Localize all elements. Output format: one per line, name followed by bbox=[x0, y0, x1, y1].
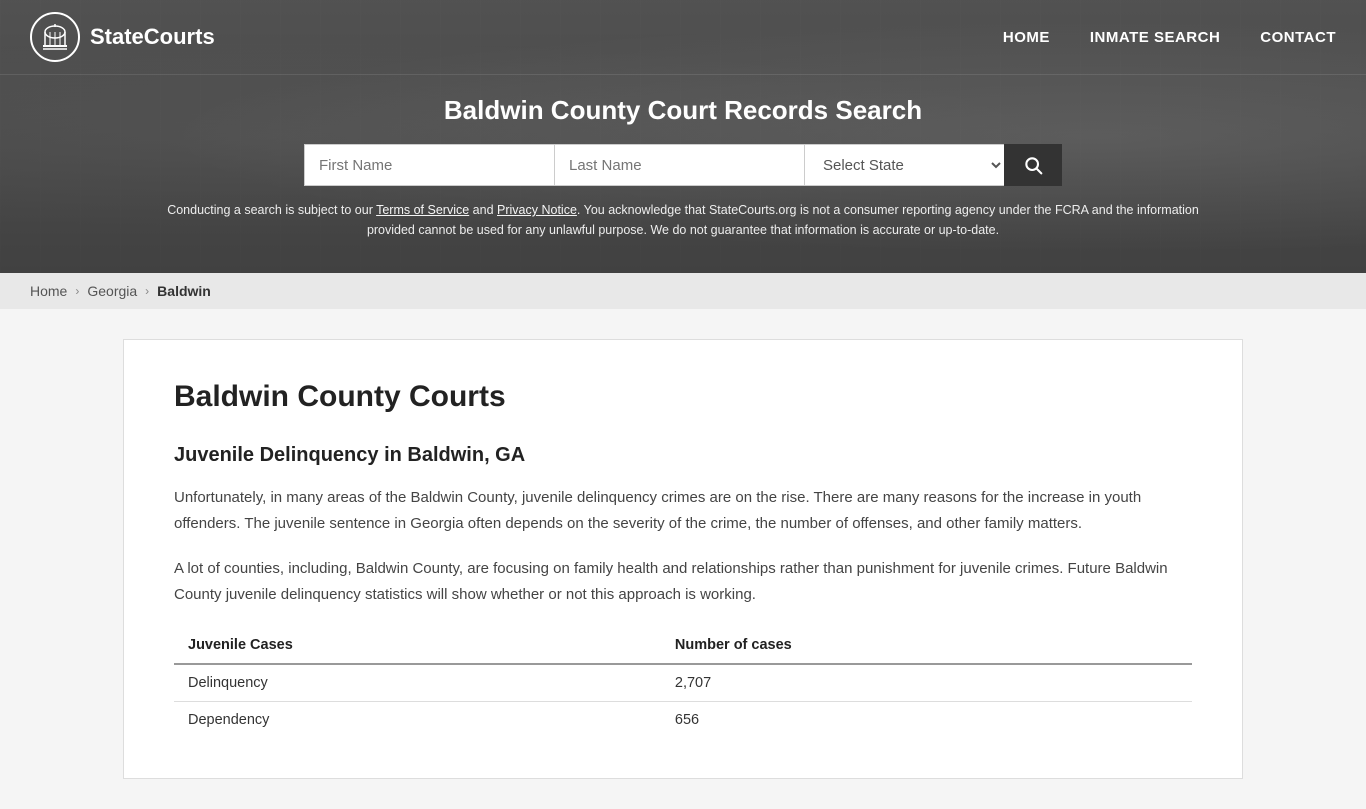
table-row: Delinquency 2,707 bbox=[174, 664, 1192, 702]
table-row: Dependency 656 bbox=[174, 702, 1192, 739]
nav-bar: StateCourts HOME INMATE SEARCH CONTACT bbox=[0, 0, 1366, 75]
table-header-row: Juvenile Cases Number of cases bbox=[174, 627, 1192, 664]
breadcrumb-state[interactable]: Georgia bbox=[87, 283, 137, 299]
col-header-case-type: Juvenile Cases bbox=[174, 627, 661, 664]
case-type-cell: Delinquency bbox=[174, 664, 661, 702]
content-card: Baldwin County Courts Juvenile Delinquen… bbox=[123, 339, 1243, 779]
privacy-link[interactable]: Privacy Notice bbox=[497, 203, 577, 217]
col-header-count: Number of cases bbox=[661, 627, 1192, 664]
body-paragraph-2: A lot of counties, including, Baldwin Co… bbox=[174, 556, 1192, 607]
breadcrumb-sep-1: › bbox=[75, 284, 79, 298]
site-name: StateCourts bbox=[90, 24, 215, 50]
main-content: Baldwin County Courts Juvenile Delinquen… bbox=[93, 339, 1273, 779]
case-type-cell: Dependency bbox=[174, 702, 661, 739]
breadcrumb-county: Baldwin bbox=[157, 283, 211, 299]
county-title: Baldwin County Courts bbox=[174, 380, 1192, 414]
case-count-cell: 656 bbox=[661, 702, 1192, 739]
section-title: Juvenile Delinquency in Baldwin, GA bbox=[174, 444, 1192, 467]
breadcrumb-home[interactable]: Home bbox=[30, 283, 67, 299]
breadcrumb: Home › Georgia › Baldwin bbox=[0, 273, 1366, 309]
logo-icon bbox=[30, 12, 80, 62]
search-button[interactable] bbox=[1004, 144, 1062, 186]
logo[interactable]: StateCourts bbox=[30, 12, 215, 62]
breadcrumb-sep-2: › bbox=[145, 284, 149, 298]
page-title: Baldwin County Court Records Search bbox=[30, 95, 1336, 126]
search-section: Baldwin County Court Records Search Sele… bbox=[0, 75, 1366, 273]
disclaimer: Conducting a search is subject to our Te… bbox=[158, 200, 1208, 258]
terms-link[interactable]: Terms of Service bbox=[376, 203, 469, 217]
juvenile-cases-table: Juvenile Cases Number of cases Delinquen… bbox=[174, 627, 1192, 738]
last-name-input[interactable] bbox=[554, 144, 804, 186]
nav-links: HOME INMATE SEARCH CONTACT bbox=[1003, 29, 1336, 46]
nav-contact[interactable]: CONTACT bbox=[1260, 29, 1336, 46]
site-header: StateCourts HOME INMATE SEARCH CONTACT B… bbox=[0, 0, 1366, 273]
nav-home[interactable]: HOME bbox=[1003, 29, 1050, 46]
search-icon bbox=[1023, 155, 1043, 175]
nav-inmate-search[interactable]: INMATE SEARCH bbox=[1090, 29, 1220, 46]
search-bar: Select State Alabama Alaska Arizona Arka… bbox=[273, 144, 1093, 186]
case-count-cell: 2,707 bbox=[661, 664, 1192, 702]
state-select[interactable]: Select State Alabama Alaska Arizona Arka… bbox=[804, 144, 1004, 186]
body-paragraph-1: Unfortunately, in many areas of the Bald… bbox=[174, 485, 1192, 536]
first-name-input[interactable] bbox=[304, 144, 554, 186]
